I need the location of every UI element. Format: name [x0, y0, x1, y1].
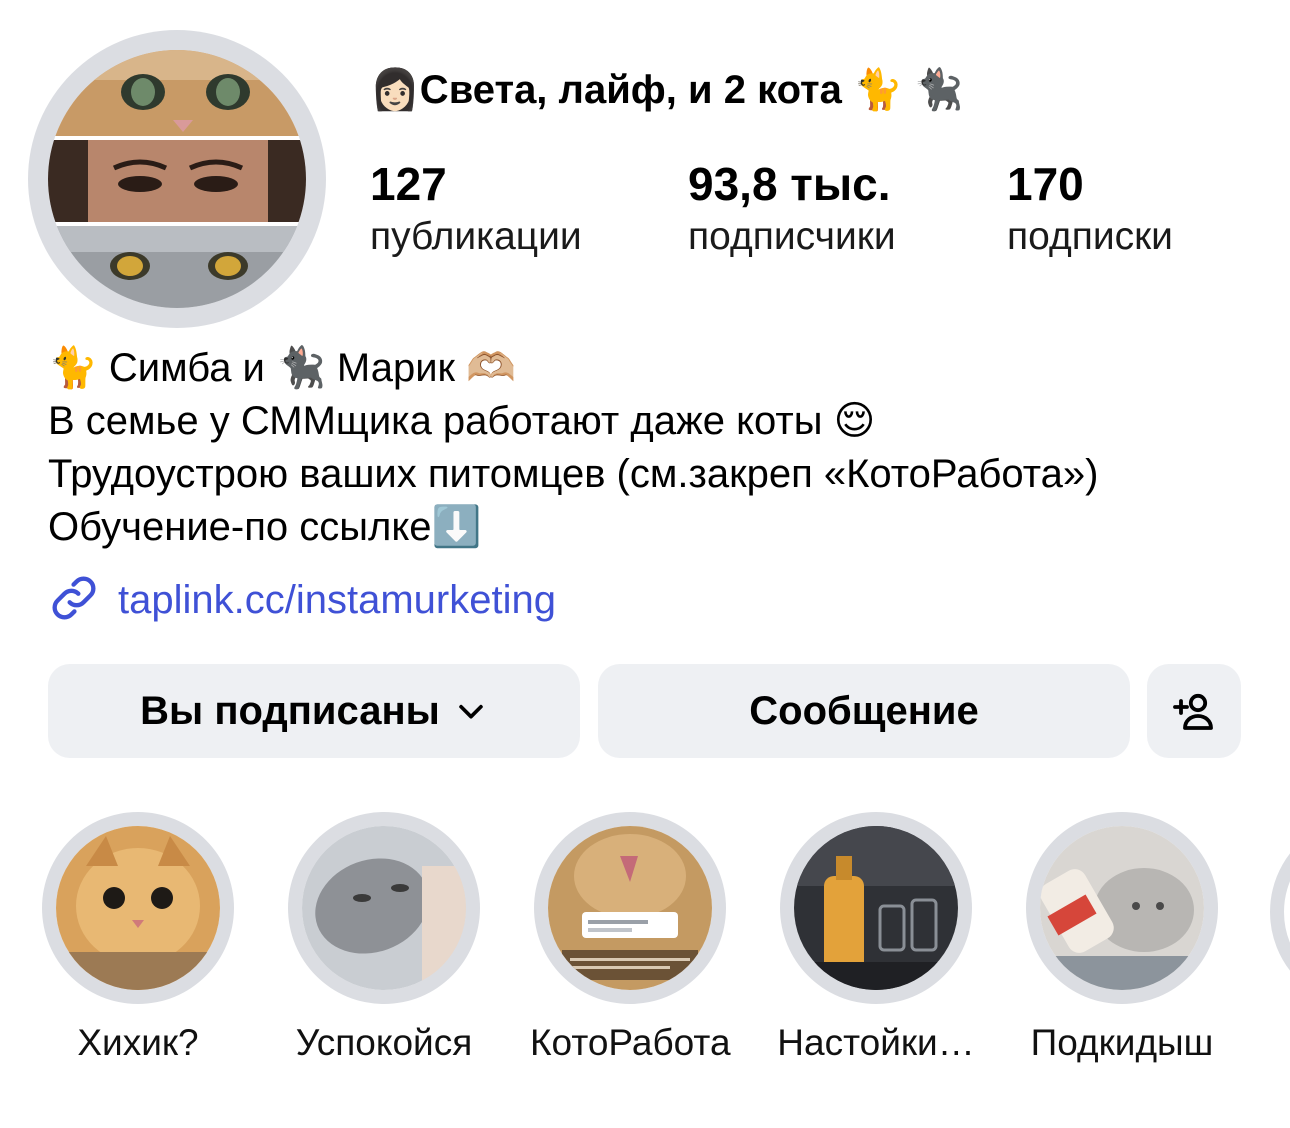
add-person-icon: [1170, 687, 1218, 735]
stat-posts-label: публикации: [370, 215, 582, 258]
highlight-label: Хихик?: [77, 1022, 199, 1063]
highlight-item[interactable]: КотоРабота: [530, 812, 731, 1064]
highlight-item[interactable]: Подкидыш: [1022, 812, 1222, 1064]
highlight-label: КотоРабота: [530, 1022, 731, 1063]
highlight-ring: [288, 812, 480, 1004]
highlight-ring: [780, 812, 972, 1004]
highlight-item[interactable]: Настойки…: [776, 812, 976, 1064]
highlight-label: Настойки…: [777, 1022, 975, 1063]
highlight-thumbnail: [1040, 826, 1204, 990]
profile-bio: 🐈 Симба и 🐈‍⬛ Марик 🫶🏼 В семье у СММщика…: [48, 342, 1258, 554]
highlight-thumbnail: [548, 826, 712, 990]
highlight-item[interactable]: Хихик?: [38, 812, 238, 1064]
message-button[interactable]: Сообщение: [598, 664, 1130, 758]
highlight-item[interactable]: Успокойся: [284, 812, 484, 1064]
highlight-thumbnail: [302, 826, 466, 990]
bio-line: Трудоустрою ваших питомцев (см.закреп «К…: [48, 452, 1099, 496]
message-button-label: Сообщение: [749, 688, 979, 733]
highlight-thumbnail: [794, 826, 958, 990]
stat-followers-value: 93,8 тыс.: [688, 158, 891, 210]
stat-posts-value: 127: [370, 158, 447, 210]
following-button-label: Вы подписаны: [140, 688, 440, 733]
profile-avatar[interactable]: [48, 50, 306, 308]
stat-followers-label: подписчики: [688, 215, 896, 258]
highlight-label: Успокойся: [295, 1022, 473, 1063]
link-text[interactable]: taplink.cc/instamurketing: [118, 578, 556, 623]
following-button[interactable]: Вы подписаны: [48, 664, 580, 758]
bio-line: 🐈 Симба и 🐈‍⬛ Марик 🫶🏼: [48, 346, 516, 390]
highlight-item-partial[interactable]: [1270, 816, 1290, 1008]
stat-following-value: 170: [1007, 158, 1084, 210]
stat-following-label: подписки: [1007, 215, 1173, 258]
highlight-thumbnail: [56, 826, 220, 990]
profile-link[interactable]: taplink.cc/instamurketing: [48, 570, 556, 630]
stat-following[interactable]: 170 подписки: [1007, 156, 1173, 262]
stat-posts[interactable]: 127 публикации: [370, 156, 582, 262]
profile-display-name: 👩🏻Света, лайф, и 2 кота 🐈 🐈‍⬛: [370, 68, 964, 112]
stat-followers[interactable]: 93,8 тыс. подписчики: [688, 156, 896, 262]
chevron-down-icon: [454, 694, 488, 728]
highlight-ring: [1026, 812, 1218, 1004]
bio-line: В семье у СММщика работают даже коты 😌: [48, 399, 876, 443]
highlight-label: Подкидыш: [1030, 1022, 1214, 1063]
bio-line: Обучение-по ссылке⬇️: [48, 505, 482, 549]
highlight-ring: [42, 812, 234, 1004]
link-icon: [48, 572, 100, 629]
add-person-button[interactable]: [1147, 664, 1241, 758]
highlight-ring: [534, 812, 726, 1004]
